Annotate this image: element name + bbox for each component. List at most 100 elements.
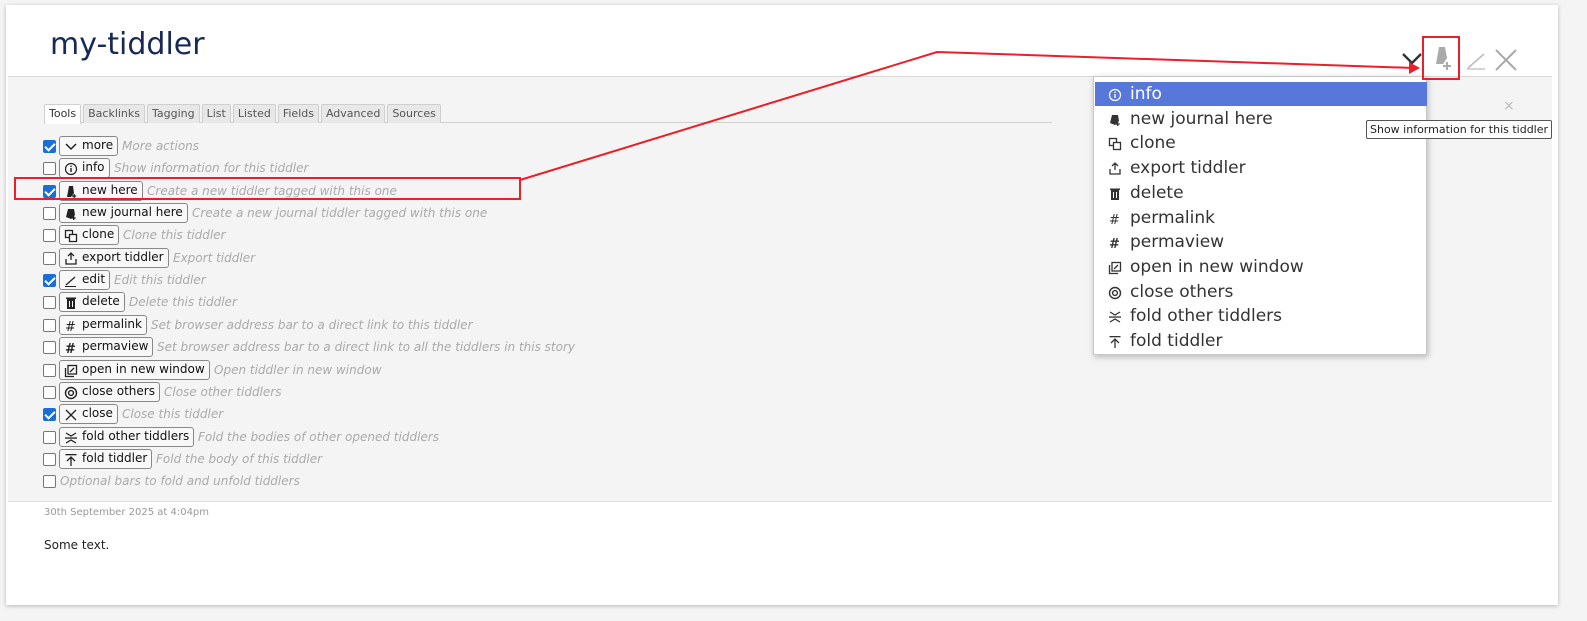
more-dropdown-menu: info new journal here clone export tiddler d…: [1093, 76, 1427, 355]
tool-button[interactable]: delete: [59, 292, 125, 312]
tiddler-title: my-tiddler: [50, 27, 205, 62]
tiddler-date: 30th September 2025 at 4:04pm: [44, 507, 210, 518]
menu-item-label: export tiddler: [1130, 158, 1246, 178]
tool-checkbox[interactable]: [43, 341, 56, 354]
tool-label: more: [82, 138, 114, 152]
tool-checkbox[interactable]: [43, 162, 56, 175]
tool-button[interactable]: fold tiddler: [59, 449, 153, 469]
tool-label: new here: [82, 183, 138, 197]
tool-button[interactable]: edit: [59, 270, 111, 290]
menu-item-delete[interactable]: delete: [1095, 181, 1427, 205]
fold-bar-checkbox[interactable]: [43, 475, 56, 488]
tool-description: Export tiddler: [173, 251, 256, 265]
tool-description: Open tiddler in new window: [214, 363, 382, 377]
menu-item-fold-other-tiddlers[interactable]: fold other tiddlers: [1095, 304, 1427, 328]
tool-description: Fold the bodies of other opened tiddlers: [198, 430, 439, 444]
menu-item-export-tiddler[interactable]: export tiddler: [1095, 156, 1427, 180]
tool-description: Create a new journal tiddler tagged with…: [192, 206, 488, 220]
tool-checkbox[interactable]: [43, 207, 56, 220]
tool-label: close others: [82, 384, 155, 398]
tool-checkbox[interactable]: [43, 364, 56, 377]
info-icon: [1108, 88, 1122, 102]
permalink-icon: #: [65, 320, 76, 333]
edit-button[interactable]: [1465, 49, 1487, 71]
open-window-icon: [1108, 261, 1122, 275]
export-icon: [1109, 162, 1121, 175]
tool-label: edit: [82, 272, 106, 286]
tab-list[interactable]: List: [201, 104, 231, 123]
tool-checkbox[interactable]: [43, 185, 56, 198]
tool-label: fold other tiddlers: [82, 429, 190, 443]
permaview-icon: #: [65, 342, 76, 355]
more-button[interactable]: [1400, 47, 1424, 71]
menu-item-close-others[interactable]: close others: [1095, 280, 1427, 304]
tool-label: info: [82, 160, 105, 174]
tool-button[interactable]: close: [59, 404, 118, 424]
fold-others-icon: [65, 432, 77, 444]
delete-icon: [1110, 188, 1120, 200]
tool-checkbox[interactable]: [43, 252, 56, 265]
tool-button[interactable]: open in new window: [59, 360, 210, 380]
tool-checkbox[interactable]: [43, 296, 56, 309]
tool-button[interactable]: info: [59, 158, 110, 178]
new-here-icon: [67, 186, 77, 198]
delete-icon: [66, 297, 76, 309]
close-others-icon: [1108, 286, 1122, 300]
tool-label: new journal here: [82, 205, 183, 219]
tool-button[interactable]: new journal here: [59, 203, 188, 223]
tool-description: Clone this tiddler: [123, 228, 226, 242]
clone-icon: [1108, 137, 1122, 151]
tool-button[interactable]: # permalink: [59, 315, 147, 335]
menu-item-label: permaview: [1130, 232, 1225, 252]
tab-tagging[interactable]: Tagging: [147, 104, 200, 123]
menu-item-label: new journal here: [1130, 109, 1273, 129]
tool-description: Close this tiddler: [122, 407, 224, 421]
tool-button[interactable]: clone: [59, 225, 120, 245]
menu-item-fold-tiddler[interactable]: fold tiddler: [1095, 329, 1427, 353]
tool-label: clone: [82, 227, 115, 241]
menu-item-info[interactable]: info: [1095, 82, 1427, 106]
menu-item-label: close others: [1130, 282, 1234, 302]
svg-text:#: #: [1109, 237, 1120, 250]
close-others-icon: [64, 386, 78, 400]
tool-button[interactable]: new here: [59, 181, 143, 201]
tool-checkbox[interactable]: [43, 431, 56, 444]
new-here-button[interactable]: [1430, 44, 1454, 72]
tool-checkbox[interactable]: [43, 453, 56, 466]
tab-backlinks[interactable]: Backlinks: [83, 104, 145, 123]
tab-advanced[interactable]: Advanced: [320, 104, 386, 123]
chevron-down-icon: [65, 143, 77, 151]
permalink-icon: #: [1109, 213, 1120, 226]
tool-checkbox[interactable]: [43, 408, 56, 421]
tool-button[interactable]: close others: [59, 382, 160, 402]
tool-button[interactable]: fold other tiddlers: [59, 427, 195, 447]
tool-label: close: [82, 406, 113, 420]
tool-description: Edit this tiddler: [114, 273, 206, 287]
tab-tools[interactable]: Tools: [44, 104, 82, 124]
tool-button[interactable]: # permaview: [59, 337, 154, 357]
menu-item-label: open in new window: [1130, 257, 1304, 277]
tool-checkbox[interactable]: [43, 386, 56, 399]
tool-checkbox[interactable]: [43, 274, 56, 287]
tool-checkbox[interactable]: [43, 229, 56, 242]
close-button[interactable]: [1494, 48, 1518, 72]
tool-label: delete: [82, 294, 120, 308]
tab-sources[interactable]: Sources: [387, 104, 441, 123]
menu-item-label: permalink: [1130, 208, 1215, 228]
menu-item-label: fold tiddler: [1130, 331, 1223, 351]
tab-listed[interactable]: Listed: [232, 104, 276, 123]
tool-checkbox[interactable]: [43, 140, 56, 153]
menu-item-permaview[interactable]: # permaview: [1095, 230, 1427, 254]
menu-item-label: clone: [1130, 133, 1176, 153]
info-panel-close-icon[interactable]: ×: [1503, 98, 1515, 114]
menu-item-label: delete: [1130, 183, 1184, 203]
tool-description: Fold the body of this tiddler: [156, 452, 323, 466]
tool-button[interactable]: export tiddler: [59, 248, 169, 268]
tool-checkbox[interactable]: [43, 319, 56, 332]
menu-item-permalink[interactable]: # permalink: [1095, 206, 1427, 230]
tool-button[interactable]: more: [59, 136, 119, 156]
tab-fields[interactable]: Fields: [277, 104, 319, 123]
open-window-icon: [64, 364, 78, 378]
menu-item-open-in-new-window[interactable]: open in new window: [1095, 255, 1427, 279]
fold-others-icon: [1109, 311, 1121, 323]
